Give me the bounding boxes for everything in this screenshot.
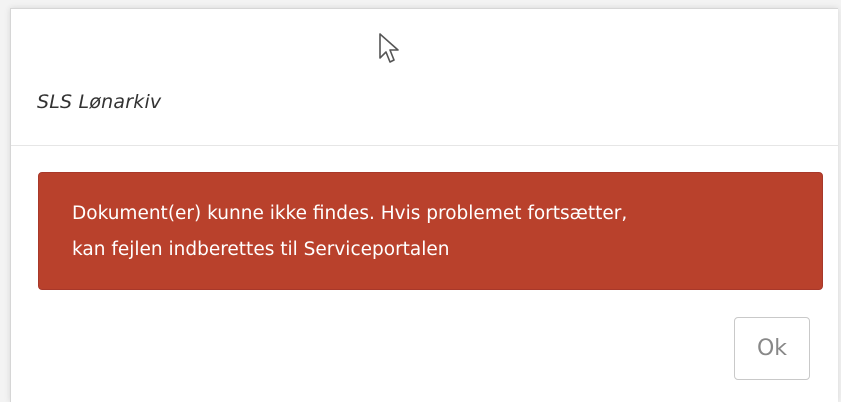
ok-button[interactable]: Ok bbox=[734, 317, 810, 380]
alert-message-line-1: Dokument(er) kunne ikke findes. Hvis pro… bbox=[72, 203, 628, 224]
mouse-pointer-icon bbox=[379, 33, 399, 63]
dialog-title: SLS Lønarkiv bbox=[37, 91, 162, 113]
error-alert: Dokument(er) kunne ikke findes. Hvis pro… bbox=[38, 172, 823, 290]
error-dialog: SLS Lønarkiv Dokument(er) kunne ikke fin… bbox=[10, 8, 838, 402]
alert-message-line-2: kan fejlen indberettes til Serviceportal… bbox=[72, 239, 450, 260]
dialog-header: SLS Lønarkiv bbox=[11, 9, 838, 146]
